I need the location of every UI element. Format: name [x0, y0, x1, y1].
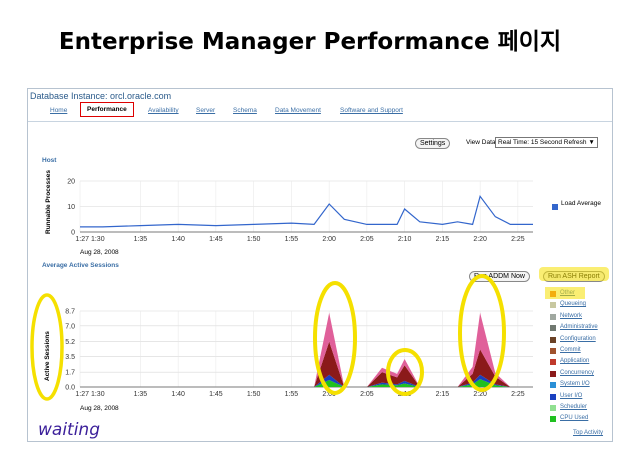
legend-item-concurrency[interactable]: Concurrency [560, 370, 594, 376]
legend-swatch [550, 348, 556, 354]
sessions-chart: 8.7 7.0 5.2 3.5 1.7 0.0 1:27 1:30 1:35 1:40 1:45… [65, 309, 533, 398]
legend-swatch [550, 382, 556, 389]
sessions-xtick-label: 1:35 [134, 391, 148, 398]
host-xtick-label: 2:15 [436, 236, 450, 243]
tab-data-movement[interactable]: Data Movement [275, 107, 321, 114]
em-performance-page: Database Instance: orcl.oracle.com Home … [27, 88, 613, 442]
sessions-ytick-label: 1.7 [65, 370, 75, 377]
sessions-xtick-label: 2:00 [322, 391, 336, 398]
host-ytick-label: 20 [67, 179, 75, 186]
host-ytick-label: 10 [67, 204, 75, 211]
legend-item-queueing[interactable]: Queueing [560, 301, 586, 307]
legend-item-administrative[interactable]: Administrative [560, 324, 598, 330]
sessions-ytick-label: 0.0 [65, 385, 75, 392]
run-addm-button[interactable]: Run ADDM Now [469, 271, 530, 282]
sessions-xtick-label: 2:20 [473, 391, 487, 398]
sessions-xtick-label: 2:05 [360, 391, 374, 398]
tab-server[interactable]: Server [196, 107, 215, 114]
tab-schema[interactable]: Schema [233, 107, 257, 114]
sessions-ytick-label: 3.5 [65, 354, 75, 361]
host-xtick-label: 1:35 [134, 236, 148, 243]
tab-bar: Home Performance Availability Server Sch… [28, 102, 612, 122]
legend-item-system-i-o[interactable]: System I/O [560, 381, 590, 387]
legend-swatch [550, 336, 556, 343]
legend-swatch [550, 393, 556, 400]
sessions-xtick-label: 1:45 [209, 391, 223, 398]
sessions-xtick-label: 2:15 [436, 391, 450, 398]
host-xtick-label: 2:25 [511, 236, 525, 243]
chevron-down-icon: ▼ [588, 139, 595, 146]
legend-swatch [550, 313, 556, 320]
tab-home[interactable]: Home [50, 107, 67, 114]
load-average-swatch [552, 204, 558, 210]
sessions-ytick-label: 5.2 [65, 339, 75, 346]
legend-swatch [550, 302, 556, 309]
sessions-ytick-label: 8.7 [65, 309, 75, 316]
tab-software-support[interactable]: Software and Support [340, 107, 403, 114]
top-activity-link[interactable]: Top Activity [573, 430, 603, 436]
sessions-xtick-label: 1:27 1:30 [75, 391, 104, 398]
sessions-section-title: Average Active Sessions [42, 262, 119, 269]
handwritten-note: waiting [38, 420, 100, 440]
legend-item-configuration[interactable]: Configuration [560, 336, 596, 342]
view-data-select[interactable]: Real Time: 15 Second Refresh ▼ [495, 137, 598, 148]
legend-item-cpu-used[interactable]: CPU Used [560, 415, 588, 421]
sessions-xtick-label: 2:25 [511, 391, 525, 398]
view-data-value: Real Time: 15 Second Refresh [498, 139, 587, 146]
legend-swatch [550, 291, 556, 297]
slide-title: Enterprise Manager Performance 페이지 [58, 29, 562, 55]
view-data-label: View Data [466, 139, 496, 146]
sessions-date-label: Aug 28, 2008 [80, 405, 119, 412]
legend-swatch [550, 359, 556, 366]
host-xtick-label: 1:27 1:30 [75, 236, 104, 243]
legend-item-commit[interactable]: Commit [560, 347, 581, 353]
legend-item-scheduler[interactable]: Scheduler [560, 404, 587, 410]
sessions-xtick-label: 1:50 [247, 391, 261, 398]
legend-swatch [550, 325, 556, 332]
load-average-line [80, 194, 533, 228]
sessions-xtick-label: 1:55 [285, 391, 299, 398]
legend-item-user-i-o[interactable]: User I/O [560, 393, 582, 399]
run-ash-report-button[interactable]: Run ASH Report [543, 271, 605, 282]
host-legend-label: Load Average [561, 200, 601, 207]
host-date-label: Aug 28, 2008 [80, 249, 119, 256]
legend-swatch [550, 416, 556, 423]
host-xtick-label: 2:05 [360, 236, 374, 243]
legend-item-application[interactable]: Application [560, 358, 589, 364]
tab-availability[interactable]: Availability [148, 107, 179, 114]
database-instance-title: Database Instance: orcl.oracle.com [30, 91, 172, 101]
host-section-title: Host [42, 157, 57, 164]
host-xtick-label: 1:40 [171, 236, 185, 243]
sessions-xtick-label: 1:40 [171, 391, 185, 398]
legend-item-network[interactable]: Network [560, 313, 582, 319]
host-xtick-label: 1:45 [209, 236, 223, 243]
settings-button[interactable]: Settings [415, 138, 451, 149]
host-xtick-label: 2:20 [473, 236, 487, 243]
legend-swatch [550, 370, 556, 377]
host-xtick-label: 1:50 [247, 236, 261, 243]
legend-swatch [550, 405, 556, 411]
host-chart: 20100 1:27 1:30 1:35 1:40 1:45 1:50 1:55 2:00 2… [67, 179, 533, 243]
sessions-xtick-label: 2:10 [398, 391, 412, 398]
host-xtick-label: 2:00 [322, 236, 336, 243]
tab-performance[interactable]: Performance [80, 102, 134, 117]
sessions-ytick-label: 7.0 [65, 323, 75, 330]
host-xtick-label: 1:55 [285, 236, 299, 243]
host-xtick-label: 2:10 [398, 236, 412, 243]
legend-item-other[interactable]: Other [560, 290, 575, 296]
